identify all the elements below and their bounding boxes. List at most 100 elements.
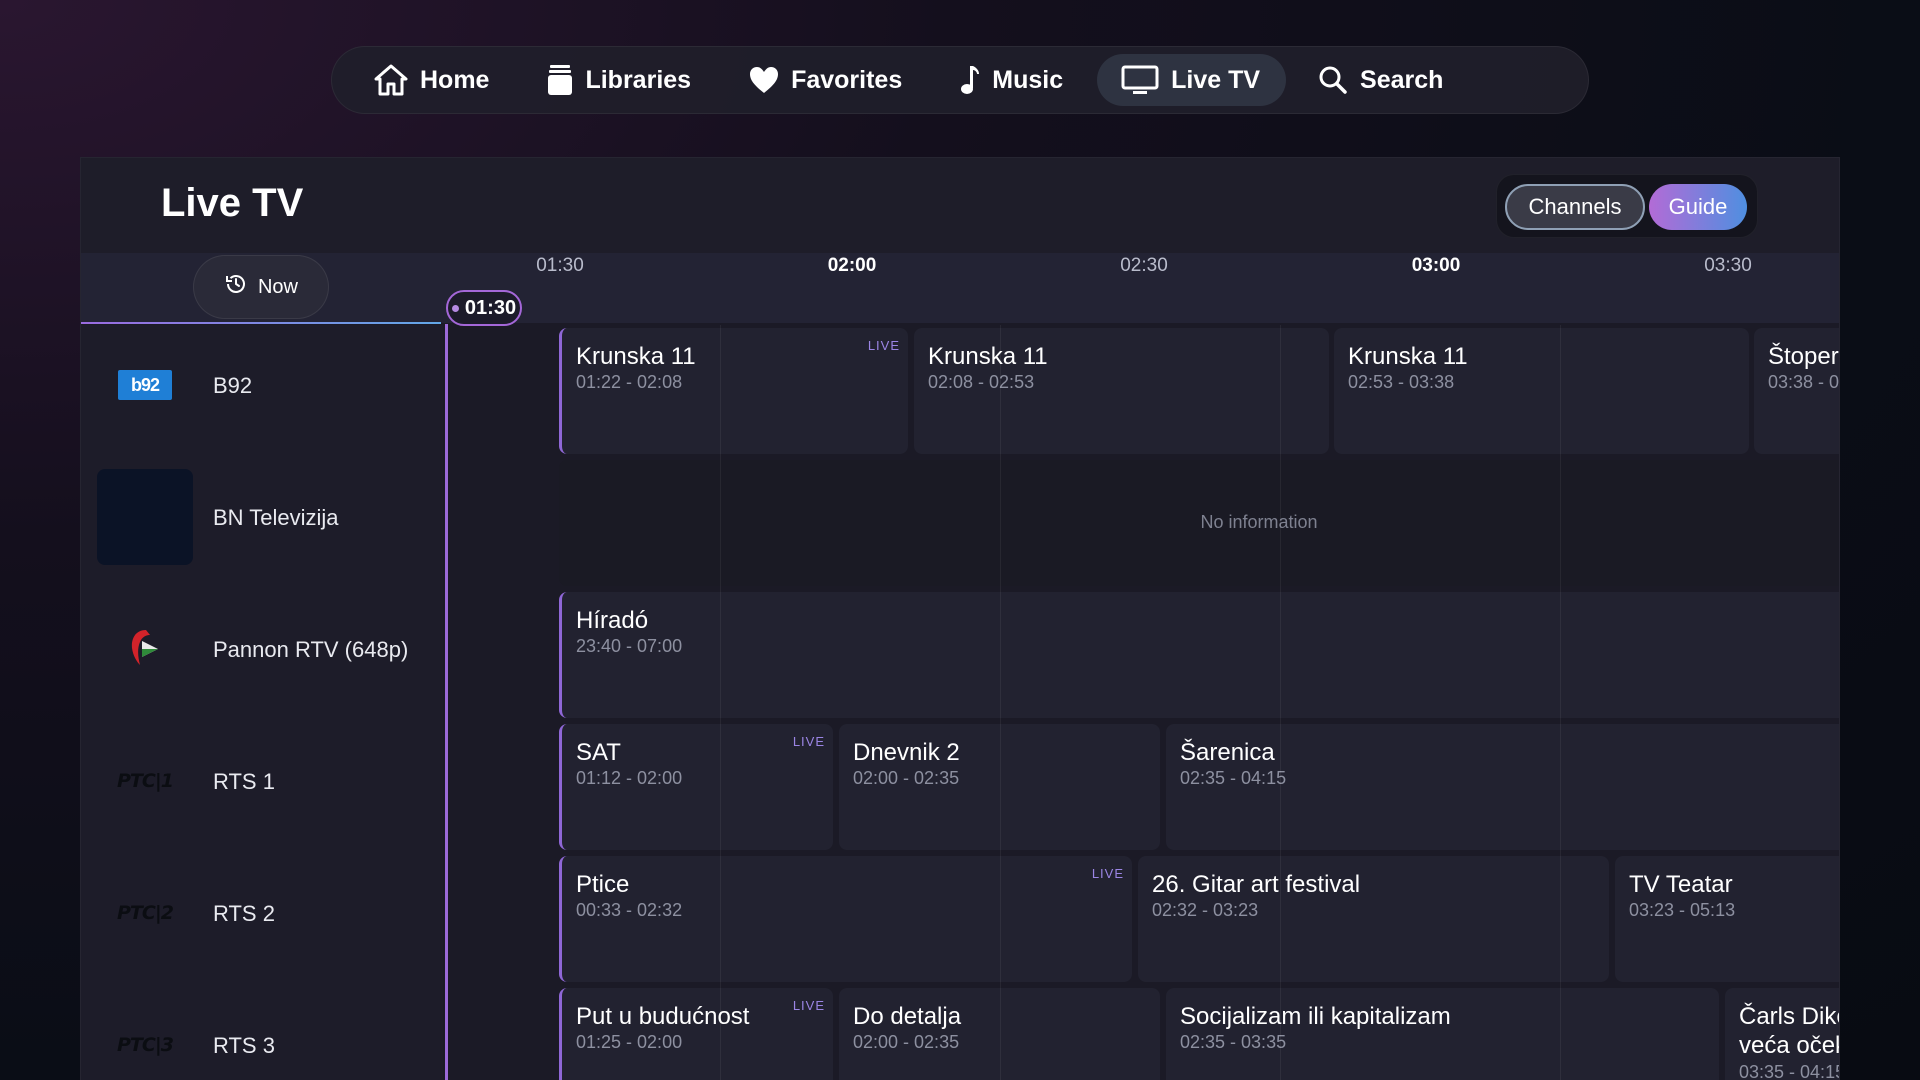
nav-favorites[interactable]: Favorites xyxy=(725,54,928,106)
libraries-icon xyxy=(547,64,573,96)
program-cell[interactable]: Krunska 11 02:08 - 02:53 xyxy=(914,328,1329,454)
nav-live-tv[interactable]: Live TV xyxy=(1097,54,1287,106)
nav-home-label: Home xyxy=(420,65,490,94)
nav-music[interactable]: Music xyxy=(936,54,1089,106)
channel-row-rts1[interactable]: РТС|1 RTS 1 xyxy=(81,721,443,841)
history-icon xyxy=(224,272,248,302)
channel-name: BN Televizija xyxy=(213,504,339,530)
nav-libraries[interactable]: Libraries xyxy=(523,54,717,106)
program-cell[interactable]: SAT 01:12 - 02:00 LIVE xyxy=(559,724,833,850)
program-time: 23:40 - 07:00 xyxy=(576,636,683,656)
program-cell[interactable]: Krunska 11 02:53 - 03:38 xyxy=(1334,328,1749,454)
program-cell[interactable]: Socijalizam ili kapitalizam 02:35 - 03:3… xyxy=(1166,988,1719,1080)
channel-row-rts3[interactable]: РТС|3 RTS 3 xyxy=(81,985,443,1080)
channel-name: RTS 2 xyxy=(213,900,275,926)
channel-logo xyxy=(97,469,193,565)
nav-search-label: Search xyxy=(1360,65,1444,94)
bn-televizija-logo xyxy=(97,469,193,565)
channel-name: RTS 3 xyxy=(213,1032,275,1058)
nav-home[interactable]: Home xyxy=(350,54,515,106)
program-cell-empty: No information xyxy=(559,460,1839,586)
live-badge: LIVE xyxy=(867,338,900,353)
time-label: 02:00 xyxy=(827,255,877,276)
program-time: 02:00 - 02:35 xyxy=(853,768,960,788)
channel-row-pannon[interactable]: Pannon RTV (648p) xyxy=(81,589,443,709)
program-title: Híradó xyxy=(576,607,649,634)
program-time: 01:12 - 02:00 xyxy=(576,768,683,788)
channels-toggle-button[interactable]: Channels xyxy=(1505,184,1645,230)
program-title: Ptice xyxy=(576,871,630,898)
program-time: 00:33 - 02:32 xyxy=(576,900,683,920)
nav-favorites-label: Favorites xyxy=(791,65,903,94)
now-button-label: Now xyxy=(257,275,298,298)
channel-name: B92 xyxy=(213,372,253,398)
program-time: 02:35 - 04:15 xyxy=(1180,768,1287,788)
b92-logo: b92 xyxy=(118,370,172,400)
tv-icon xyxy=(1121,65,1159,95)
grid-line xyxy=(1000,325,1001,1080)
program-time: 02:32 - 03:23 xyxy=(1152,900,1259,920)
program-cell[interactable]: TV Teatar 03:23 - 05:13 xyxy=(1615,856,1839,982)
program-cell[interactable]: Put u budućnost 01:25 - 02:00 LIVE xyxy=(559,988,833,1080)
channel-name: Pannon RTV (648p) xyxy=(213,636,409,662)
program-title: Dnevnik 2 xyxy=(853,739,960,766)
program-time: 01:22 - 02:08 xyxy=(576,372,683,392)
nav-search[interactable]: Search xyxy=(1294,54,1469,106)
channel-logo: РТС|1 xyxy=(97,733,193,829)
program-time: 03:23 - 05:13 xyxy=(1629,900,1736,920)
program-title: Krunska 11 xyxy=(576,343,696,370)
program-title: TV Teatar xyxy=(1629,871,1733,898)
live-badge: LIVE xyxy=(792,998,825,1013)
program-title: SAT xyxy=(576,739,621,766)
grid-line xyxy=(1560,325,1561,1080)
heart-icon xyxy=(749,66,779,94)
live-tv-panel: Live TV Channels Guide Now 01:30 02:00 0… xyxy=(80,157,1840,1080)
program-cell[interactable]: Štoperica 03:38 - 04:02 xyxy=(1754,328,1840,454)
program-title: Šarenica xyxy=(1180,739,1275,766)
channel-row-bn-televizija[interactable]: BN Televizija xyxy=(81,457,443,577)
program-title: Krunska 11 xyxy=(928,343,1048,370)
program-title: Put u budućnost xyxy=(576,1003,750,1030)
program-title: Čarls Dikens: Još veća očekivanja xyxy=(1739,1003,1839,1059)
program-title: 26. Gitar art festival xyxy=(1152,871,1361,898)
program-cell[interactable]: Čarls Dikens: Još veća očekivanja 03:35 … xyxy=(1725,988,1840,1080)
channel-logo: РТС|2 xyxy=(97,865,193,961)
time-label: 03:30 xyxy=(1704,255,1752,276)
live-badge: LIVE xyxy=(792,734,825,749)
program-time: 03:38 - 04:02 xyxy=(1768,372,1840,392)
current-time-dot xyxy=(451,304,459,312)
program-cell[interactable]: Šarenica 02:35 - 04:15 xyxy=(1166,724,1839,850)
home-icon xyxy=(374,64,408,96)
nav-live-tv-label: Live TV xyxy=(1171,65,1261,94)
program-time: 02:08 - 02:53 xyxy=(928,372,1035,392)
channel-row-b92[interactable]: b92 B92 xyxy=(81,325,443,445)
channel-logo xyxy=(97,601,193,697)
current-time-marker: 01:30 xyxy=(446,290,522,326)
page-title: Live TV xyxy=(161,181,304,225)
program-title: Štoperica xyxy=(1768,343,1839,370)
guide-toggle-button[interactable]: Guide xyxy=(1649,184,1747,230)
rts3-logo: РТС|3 xyxy=(117,1034,174,1056)
program-time: 02:53 - 03:38 xyxy=(1348,372,1455,392)
program-cell[interactable]: 26. Gitar art festival 02:32 - 03:23 xyxy=(1138,856,1609,982)
view-toggle: Channels Guide xyxy=(1496,174,1758,238)
program-time: 02:00 - 02:35 xyxy=(853,1032,960,1052)
channel-row-rts2[interactable]: РТС|2 RTS 2 xyxy=(81,853,443,973)
grid-line xyxy=(720,325,721,1080)
music-note-icon xyxy=(960,64,980,96)
channel-logo: РТС|3 xyxy=(97,997,193,1080)
nav-libraries-label: Libraries xyxy=(585,65,692,94)
program-cell[interactable]: Ptice 00:33 - 02:32 LIVE xyxy=(559,856,1132,982)
program-cell[interactable]: Híradó 23:40 - 07:00 xyxy=(559,592,1839,718)
nav-music-label: Music xyxy=(992,65,1064,94)
program-cell[interactable]: Krunska 11 01:22 - 02:08 LIVE xyxy=(559,328,908,454)
grid-line xyxy=(1280,325,1281,1080)
channel-logo: b92 xyxy=(97,337,193,433)
program-time: 02:35 - 03:35 xyxy=(1180,1032,1287,1052)
no-information-label: No information xyxy=(1200,512,1318,532)
program-time: 03:35 - 04:15 xyxy=(1739,1062,1840,1080)
live-badge: LIVE xyxy=(1091,866,1124,881)
pannon-logo-icon xyxy=(128,627,162,672)
now-button[interactable]: Now xyxy=(193,255,329,319)
current-time-line xyxy=(445,324,448,1080)
